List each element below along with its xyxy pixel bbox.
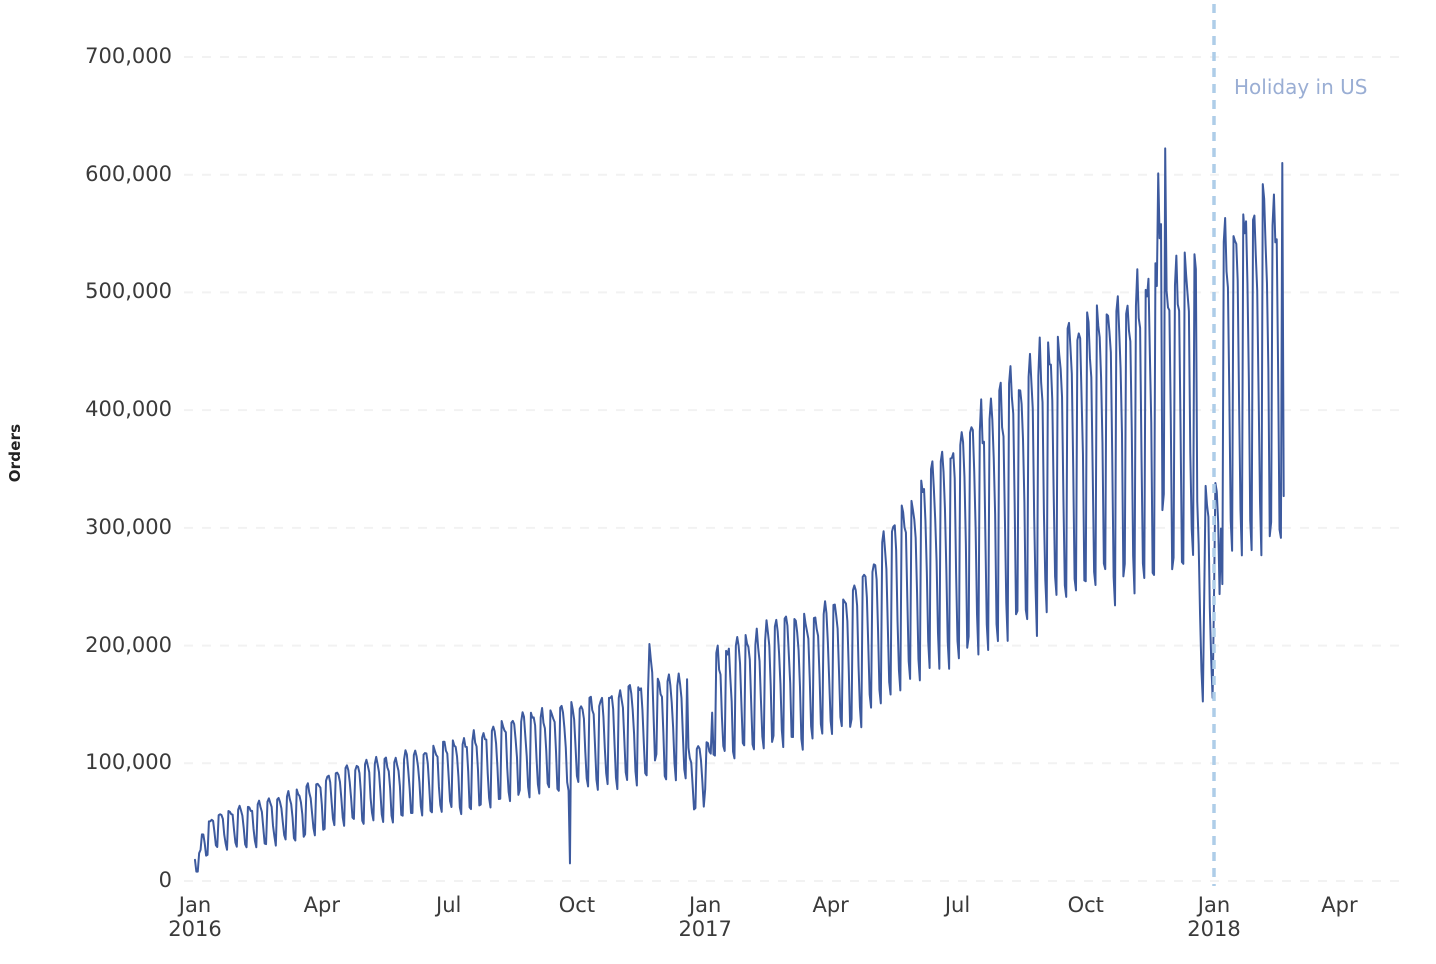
x-tick-month: Oct <box>558 893 596 917</box>
y-axis-tick-label: 200,000 <box>85 632 172 657</box>
x-axis-tick-label: Apr <box>303 893 340 918</box>
x-axis-tick-label: Oct <box>558 893 596 918</box>
x-axis-tick-label: Apr <box>1321 893 1358 918</box>
x-tick-month: Jan <box>688 893 722 917</box>
plot-area <box>184 4 1400 886</box>
x-axis-tick-label: Jul <box>944 893 971 918</box>
y-axis-tick-label: 500,000 <box>85 279 172 304</box>
x-tick-month: Jan <box>178 893 212 917</box>
x-tick-month: Jan <box>1197 893 1231 917</box>
x-tick-month: Apr <box>303 893 340 917</box>
x-tick-month: Apr <box>812 893 849 917</box>
x-tick-month: Apr <box>1321 893 1358 917</box>
y-axis-tick-label: 700,000 <box>85 44 172 68</box>
x-axis-tick-label: Jan 2017 <box>678 893 732 942</box>
series-orders <box>193 147 1285 873</box>
y-axis-tick-label: 400,000 <box>85 397 172 422</box>
x-tick-month: Jul <box>436 893 462 917</box>
x-tick-year: 2018 <box>1187 916 1241 941</box>
x-axis-tick-label: Jan 2018 <box>1187 893 1241 942</box>
series-line-orders <box>193 147 1285 873</box>
x-axis-tick-label: Oct <box>1067 893 1104 918</box>
x-tick-year: 2017 <box>678 916 732 941</box>
x-tick-month: Jul <box>944 893 971 917</box>
x-axis-tick-label: Apr <box>812 893 849 918</box>
gridlines <box>184 56 1400 882</box>
y-axis-tick-label: 300,000 <box>85 514 172 539</box>
annotation-label-holiday-in-us: Holiday in US <box>1233 75 1368 99</box>
x-tick-year: 2016 <box>168 916 222 941</box>
y-axis-tick-label: 0 <box>158 868 172 892</box>
x-axis-tick-label: Jul <box>436 893 462 918</box>
y-axis-tick-label: 600,000 <box>85 161 172 186</box>
x-tick-month: Oct <box>1067 893 1104 917</box>
orders-time-series-chart: Orders 0 100,000 200,000 300,000 400,000 500,… <box>0 0 1436 964</box>
y-axis-tick-labels: 0 100,000 200,000 300,000 400,000 500,000 600,… <box>0 0 172 964</box>
x-axis-tick-label: Jan 2016 <box>168 893 222 942</box>
y-axis-tick-label: 100,000 <box>85 750 172 775</box>
